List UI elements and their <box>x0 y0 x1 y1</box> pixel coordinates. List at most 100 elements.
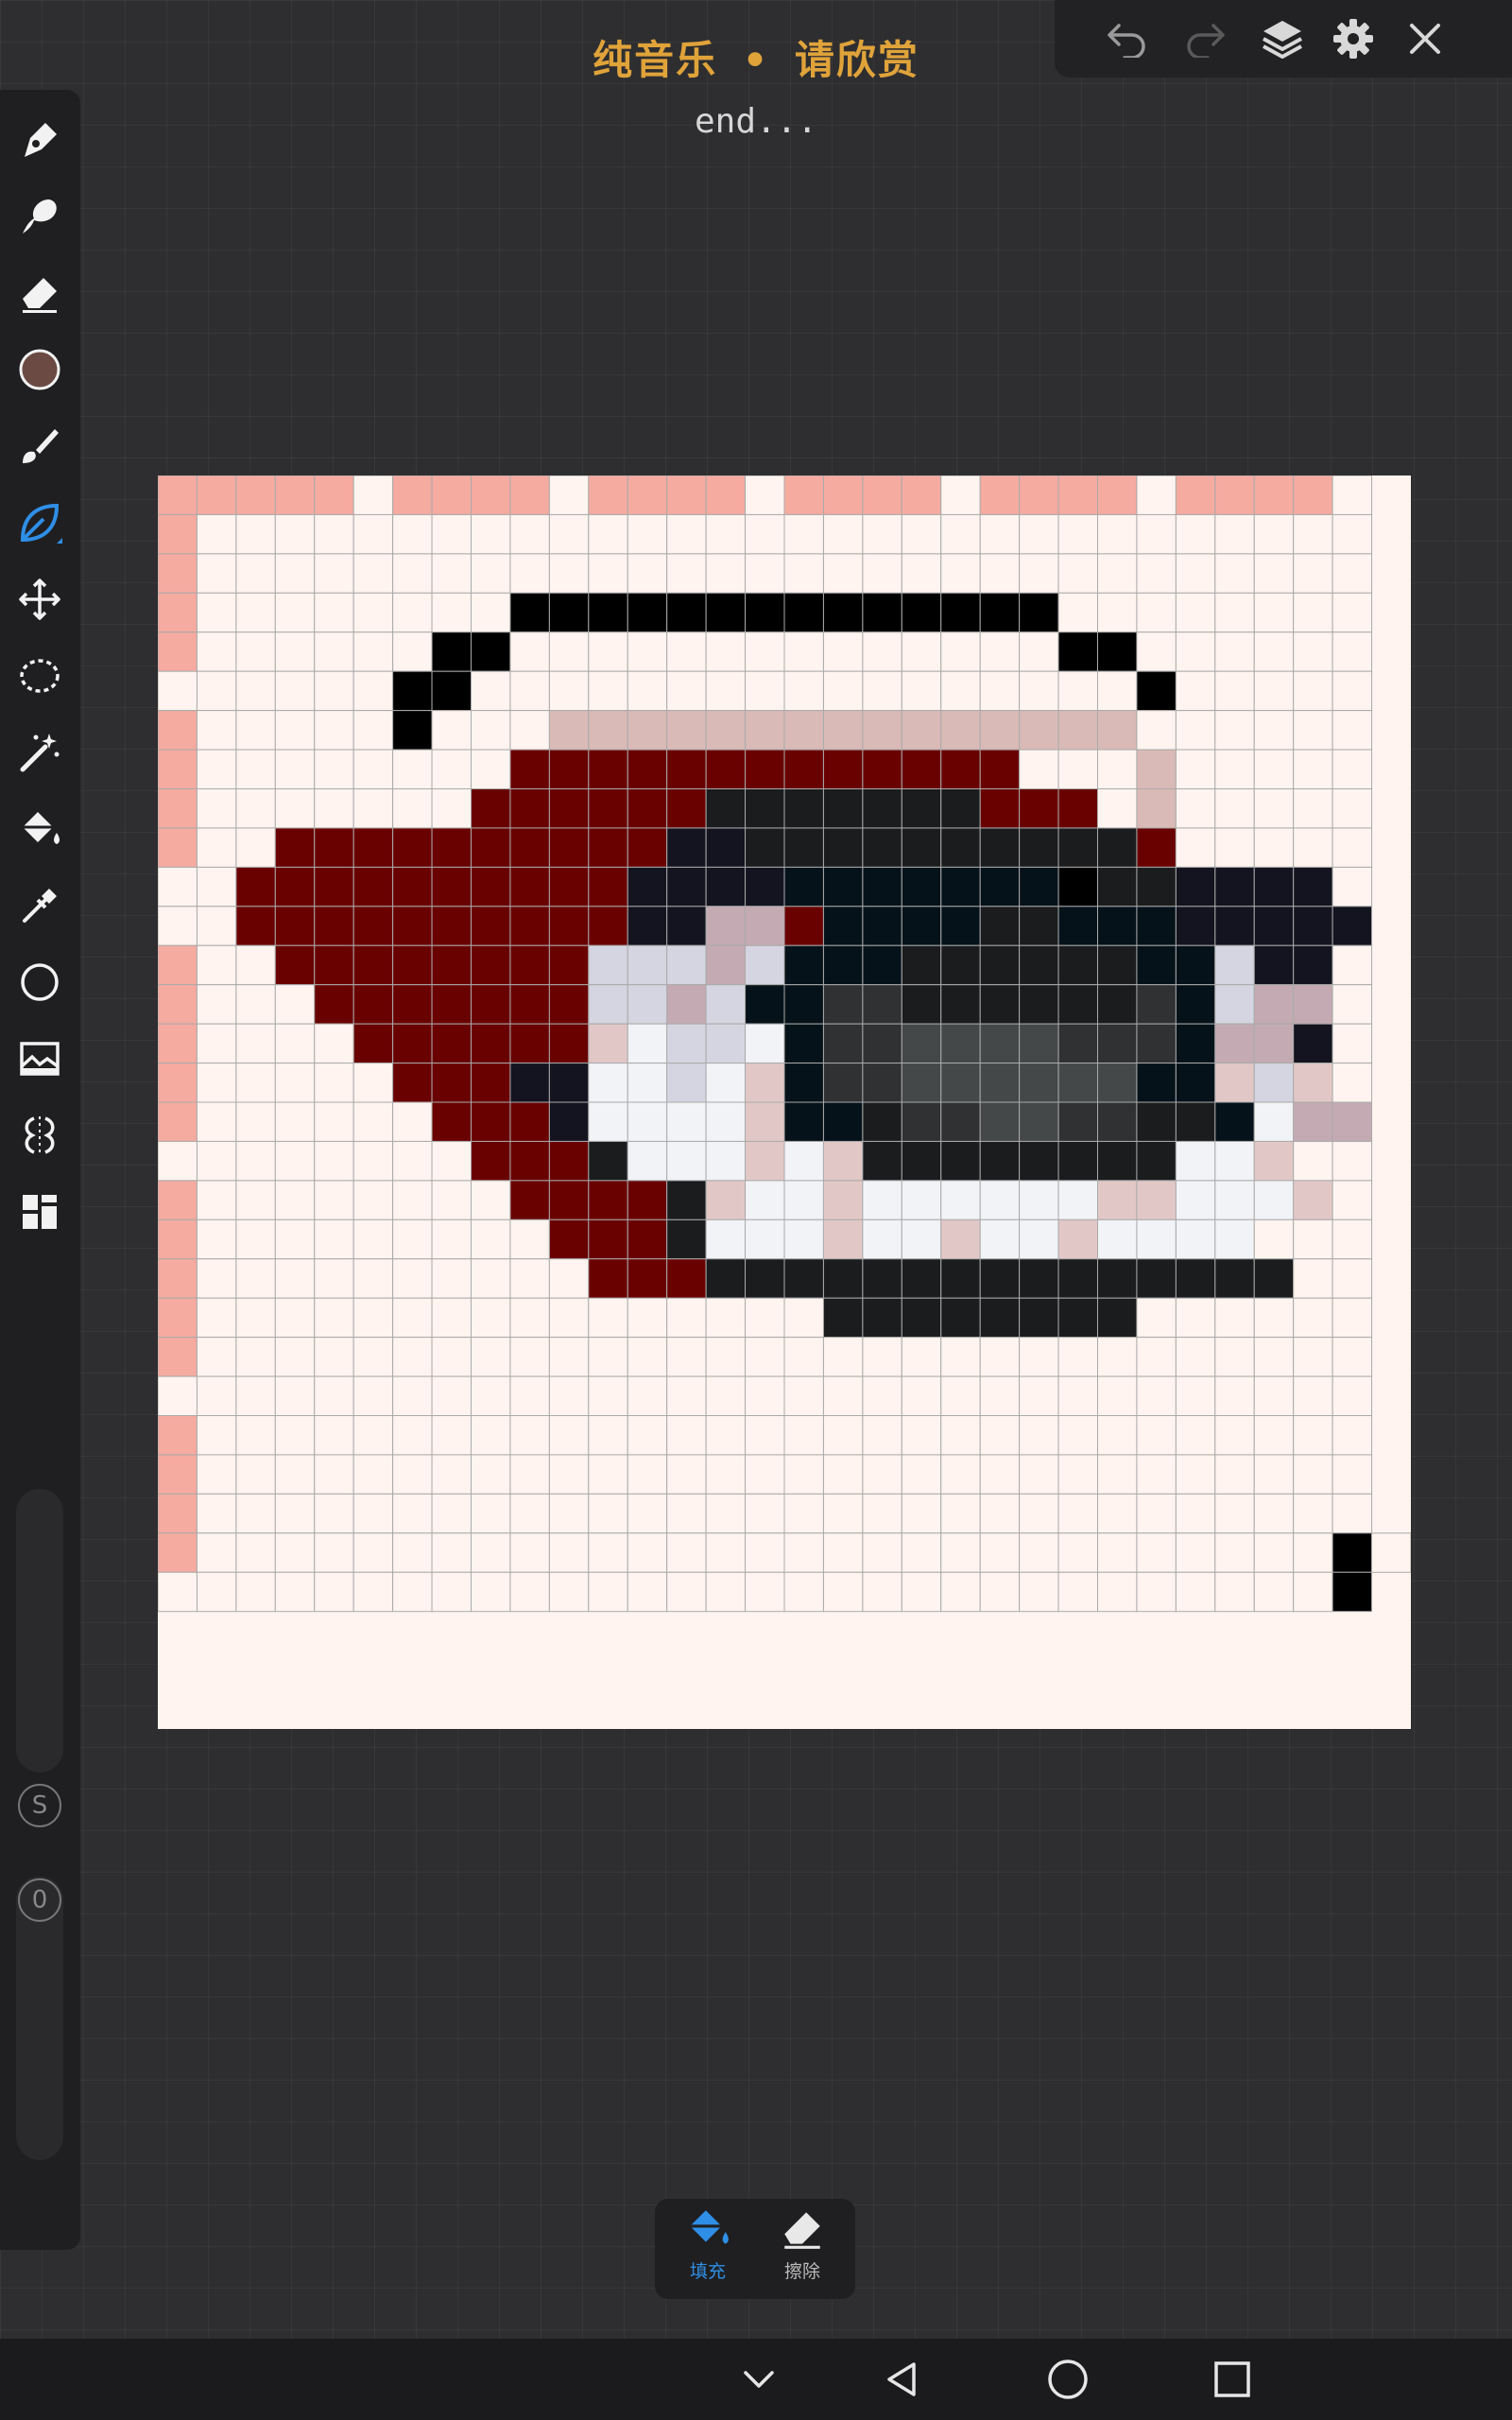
pixel-cell[interactable] <box>1332 1297 1373 1339</box>
pixel-cell[interactable] <box>1097 513 1138 555</box>
pixel-cell[interactable] <box>314 1023 354 1064</box>
pixel-cell[interactable] <box>158 984 198 1025</box>
pixel-cell[interactable] <box>1214 670 1255 712</box>
pixel-cell[interactable] <box>1214 866 1255 908</box>
pixel-cell[interactable] <box>745 788 785 829</box>
pixel-cell[interactable] <box>1175 1375 1216 1416</box>
pixel-cell[interactable] <box>588 944 628 986</box>
pixel-cell[interactable] <box>901 906 942 946</box>
pixel-cell[interactable] <box>666 944 707 986</box>
pixel-cell[interactable] <box>705 1101 747 1142</box>
pixel-cell[interactable] <box>705 1493 747 1534</box>
pixel-cell[interactable] <box>158 1532 198 1573</box>
pixel-cell[interactable] <box>862 1297 902 1339</box>
pixel-cell[interactable] <box>392 944 433 986</box>
pixel-cell[interactable] <box>588 866 628 908</box>
pixel-cell[interactable] <box>1293 710 1333 751</box>
pixel-cell[interactable] <box>862 1454 902 1495</box>
pixel-cell[interactable] <box>1293 788 1333 829</box>
pixel-cell[interactable] <box>1332 1063 1373 1103</box>
pixel-cell[interactable] <box>1057 1063 1098 1103</box>
pixel-cell[interactable] <box>431 1532 472 1573</box>
pixel-cell[interactable] <box>314 1297 354 1339</box>
pixel-cell[interactable] <box>979 1101 1021 1142</box>
pixel-cell[interactable] <box>158 513 198 555</box>
pixel-cell[interactable] <box>1019 1180 1059 1220</box>
pixel-cell[interactable] <box>274 866 316 908</box>
pixel-cell[interactable] <box>352 592 394 633</box>
pixel-cell[interactable] <box>314 631 354 672</box>
pixel-cell[interactable] <box>901 749 942 789</box>
pixel-cell[interactable] <box>588 1063 628 1103</box>
pixel-cell[interactable] <box>901 1532 942 1573</box>
pixel-cell[interactable] <box>548 631 590 672</box>
pixel-cell[interactable] <box>705 1297 747 1339</box>
pixel-cell[interactable] <box>862 788 902 829</box>
pixel-cell[interactable] <box>862 1337 902 1377</box>
pixel-cell[interactable] <box>1253 1219 1295 1260</box>
pixel-cell[interactable] <box>940 670 981 712</box>
pixel-cell[interactable] <box>548 1140 590 1182</box>
pixel-cell[interactable] <box>274 1415 316 1456</box>
pixel-cell[interactable] <box>1057 1532 1098 1573</box>
pixel-cell[interactable] <box>392 475 433 515</box>
pixel-cell[interactable] <box>509 1493 550 1534</box>
pixel-cell[interactable] <box>666 1571 707 1613</box>
pixel-cell[interactable] <box>158 1258 198 1299</box>
pixel-cell[interactable] <box>509 1180 550 1220</box>
erase-button[interactable]: 擦除 <box>755 2204 850 2295</box>
pixel-cell[interactable] <box>509 866 550 908</box>
pixel-cell[interactable] <box>1332 1532 1373 1573</box>
pixel-cell[interactable] <box>196 906 237 946</box>
pixel-cell[interactable] <box>745 1180 785 1220</box>
pixel-cell[interactable] <box>1019 1337 1059 1377</box>
pixel-cell[interactable] <box>431 906 472 946</box>
pixel-cell[interactable] <box>1332 592 1373 633</box>
pixel-cell[interactable] <box>1332 906 1373 946</box>
pixel-cell[interactable] <box>745 513 785 555</box>
pixel-cell[interactable] <box>235 1258 276 1299</box>
pixel-cell[interactable] <box>588 670 628 712</box>
pixel-cell[interactable] <box>588 513 628 555</box>
pixel-cell[interactable] <box>940 906 981 946</box>
pixel-cell[interactable] <box>783 1101 824 1142</box>
pixel-cell[interactable] <box>548 475 590 515</box>
pixel-cell[interactable] <box>1214 827 1255 868</box>
pixel-cell[interactable] <box>822 1258 864 1299</box>
pixel-cell[interactable] <box>745 1219 785 1260</box>
pixel-cell[interactable] <box>1175 1454 1216 1495</box>
pixel-cell[interactable] <box>158 1337 198 1377</box>
fill-button[interactable]: 填充 <box>661 2204 755 2295</box>
pixel-cell[interactable] <box>1175 944 1216 986</box>
pixel-cell[interactable] <box>940 1258 981 1299</box>
pixel-cell[interactable] <box>548 1180 590 1220</box>
pixel-cell[interactable] <box>627 631 668 672</box>
pixel-cell[interactable] <box>392 1180 433 1220</box>
pixel-cell[interactable] <box>901 710 942 751</box>
pixel-cell[interactable] <box>1136 670 1177 712</box>
pixel-cell[interactable] <box>471 1258 511 1299</box>
pixel-cell[interactable] <box>705 513 747 555</box>
pixel-cell[interactable] <box>314 475 354 515</box>
pixel-cell[interactable] <box>1253 1140 1295 1182</box>
pixel-cell[interactable] <box>666 1337 707 1377</box>
pixel-cell[interactable] <box>509 749 550 789</box>
pixel-cell[interactable] <box>431 944 472 986</box>
pixel-cell[interactable] <box>1097 475 1138 515</box>
pixel-cell[interactable] <box>705 592 747 633</box>
pixel-cell[interactable] <box>1057 1454 1098 1495</box>
pixel-cell[interactable] <box>548 1415 590 1456</box>
pixel-cell[interactable] <box>1293 866 1333 908</box>
pixel-cell[interactable] <box>1332 1180 1373 1220</box>
pixel-cell[interactable] <box>158 1140 198 1182</box>
pixel-cell[interactable] <box>1097 1063 1138 1103</box>
pixel-cell[interactable] <box>548 1063 590 1103</box>
pixel-cell[interactable] <box>627 592 668 633</box>
pixel-cell[interactable] <box>471 866 511 908</box>
pixel-cell[interactable] <box>1097 1140 1138 1182</box>
pixel-cell[interactable] <box>705 1023 747 1064</box>
pixel-cell[interactable] <box>1136 631 1177 672</box>
pixel-cell[interactable] <box>1136 710 1177 751</box>
pixel-cell[interactable] <box>1332 1493 1373 1534</box>
pixel-cell[interactable] <box>1019 710 1059 751</box>
